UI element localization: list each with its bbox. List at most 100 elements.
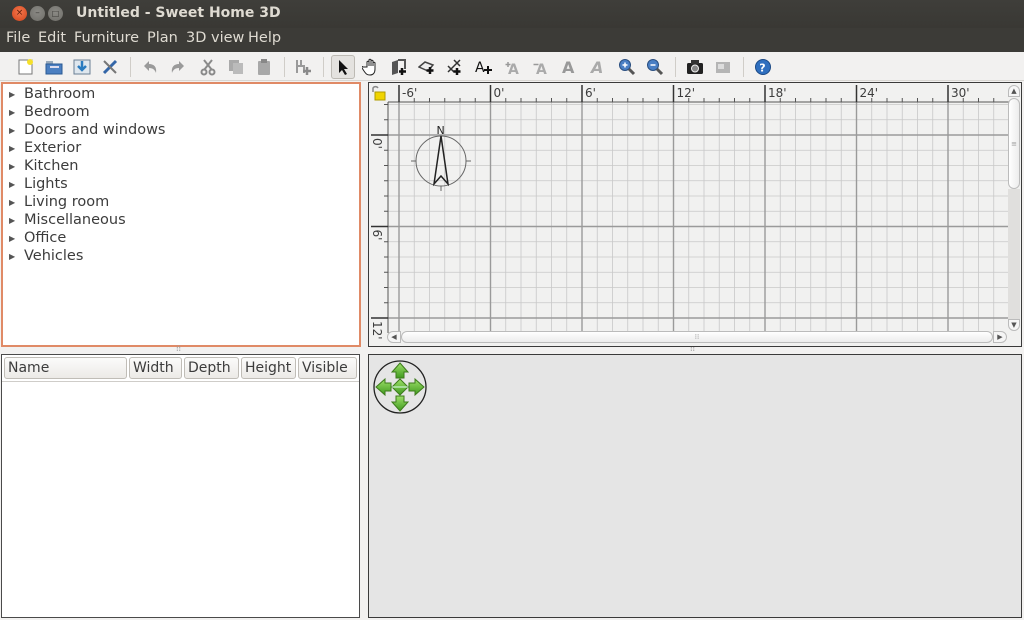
ruler-x-label: 6' [585, 86, 596, 100]
catalog-category-office[interactable]: ▶ Office [9, 229, 66, 247]
toolbar-separator [130, 57, 131, 77]
scroll-track[interactable] [1008, 189, 1020, 319]
scroll-left-arrow-icon[interactable]: ◀ [387, 331, 401, 343]
expand-arrow-icon[interactable]: ▶ [9, 90, 24, 99]
undo-button[interactable] [138, 55, 162, 79]
furniture-catalog[interactable]: ▶ Bathroom ▶ Bedroom ▶ Doors and windows ▶ E… [1, 82, 361, 347]
menu-help[interactable]: Help [248, 30, 281, 46]
window-maximize-button[interactable]: □ [48, 6, 63, 21]
menu-edit[interactable]: Edit [38, 30, 66, 46]
column-header-visible[interactable]: Visible [298, 357, 357, 379]
create-walls-button[interactable] [387, 55, 411, 79]
cut-button[interactable] [196, 55, 220, 79]
help-icon: ? [755, 59, 771, 75]
menu-furniture[interactable]: Furniture [74, 30, 139, 46]
category-label: Bedroom [24, 104, 90, 120]
catalog-category-vehicles[interactable]: ▶ Vehicles [9, 247, 83, 265]
save-button[interactable] [70, 55, 94, 79]
expand-arrow-icon[interactable]: ▶ [9, 216, 24, 225]
catalog-category-living-room[interactable]: ▶ Living room [9, 193, 109, 211]
pan-mode-button[interactable] [359, 55, 383, 79]
create-dimensions-button[interactable] [443, 55, 467, 79]
expand-arrow-icon[interactable]: ▶ [9, 234, 24, 243]
decrease-text-size-button[interactable]: A [529, 55, 553, 79]
save-icon [73, 59, 91, 75]
scroll-right-arrow-icon[interactable]: ▶ [993, 331, 1007, 343]
menu-3d-view[interactable]: 3D view [186, 30, 244, 46]
create-dimensions-icon [447, 59, 461, 75]
move-forward-arrow-icon[interactable] [390, 362, 410, 379]
svg-text:A: A [589, 58, 603, 76]
navigation-arrows[interactable] [372, 358, 428, 416]
create-video-button[interactable] [711, 55, 735, 79]
plan-view[interactable]: -6' 0' 6' 12' 18' 24' 30' 0' 6' 12' N ▲ ≡ ▼ ◀ ⁞⁞ … [368, 82, 1022, 347]
menu-file[interactable]: File [6, 30, 30, 46]
scroll-down-arrow-icon[interactable]: ▼ [1008, 319, 1020, 331]
category-label: Exterior [24, 140, 82, 156]
vertical-split-handle[interactable] [362, 82, 367, 618]
preferences-button[interactable] [98, 55, 122, 79]
zoom-out-button[interactable] [643, 55, 667, 79]
help-button[interactable]: ? [751, 55, 775, 79]
menu-bar: File Edit Furniture Plan 3D view Help [0, 28, 1024, 52]
undo-icon [144, 61, 157, 73]
create-photo-button[interactable] [683, 55, 707, 79]
add-furniture-button[interactable] [291, 55, 315, 79]
bold-text-button[interactable]: A [557, 55, 581, 79]
catalog-category-bathroom[interactable]: ▶ Bathroom [9, 85, 95, 103]
left-split-handle[interactable]: ⁞⁞ [176, 344, 181, 353]
select-mode-button[interactable] [331, 55, 355, 79]
create-photo-icon [687, 60, 703, 74]
expand-arrow-icon[interactable]: ▶ [9, 180, 24, 189]
close-icon: × [15, 8, 24, 18]
redo-button[interactable] [166, 55, 190, 79]
expand-arrow-icon[interactable]: ▶ [9, 198, 24, 207]
catalog-category-exterior[interactable]: ▶ Exterior [9, 139, 81, 157]
catalog-category-doors-and-windows[interactable]: ▶ Doors and windows [9, 121, 166, 139]
scroll-up-arrow-icon[interactable]: ▲ [1008, 85, 1020, 97]
menu-plan[interactable]: Plan [147, 30, 178, 46]
catalog-category-miscellaneous[interactable]: ▶ Miscellaneous [9, 211, 126, 229]
turn-right-arrow-icon[interactable] [408, 377, 425, 397]
toolbar: A A A A A ? [0, 52, 1024, 81]
window-minimize-button[interactable]: – [30, 6, 45, 21]
furniture-table[interactable]: Name Width Depth Height Visible [1, 354, 360, 618]
vertical-ruler [369, 83, 388, 346]
open-button[interactable] [42, 55, 66, 79]
zoom-in-button[interactable] [615, 55, 639, 79]
catalog-category-lights[interactable]: ▶ Lights [9, 175, 68, 193]
increase-text-size-button[interactable]: A [501, 55, 525, 79]
expand-arrow-icon[interactable]: ▶ [9, 162, 24, 171]
ruler-x-label: 0' [494, 86, 505, 100]
3d-view[interactable] [368, 354, 1022, 618]
expand-arrow-icon[interactable]: ▶ [9, 252, 24, 261]
turn-left-arrow-icon[interactable] [375, 377, 392, 397]
svg-text:?: ? [759, 62, 765, 75]
add-furniture-icon [296, 60, 311, 75]
create-rooms-button[interactable] [415, 55, 439, 79]
paste-button[interactable] [252, 55, 276, 79]
column-header-height[interactable]: Height [241, 357, 296, 379]
scroll-thumb[interactable]: ≡ [1008, 98, 1020, 189]
catalog-category-kitchen[interactable]: ▶ Kitchen [9, 157, 79, 175]
expand-arrow-icon[interactable]: ▶ [9, 126, 24, 135]
expand-arrow-icon[interactable]: ▶ [9, 108, 24, 117]
move-backward-arrow-icon[interactable] [390, 395, 410, 412]
add-text-button[interactable]: A [471, 55, 495, 79]
column-header-depth[interactable]: Depth [184, 357, 239, 379]
italic-text-icon: A [589, 58, 603, 76]
column-header-name[interactable]: Name [4, 357, 127, 379]
plan-horizontal-scrollbar[interactable]: ◀ ⁞⁞ ▶ [387, 331, 1007, 343]
column-header-width[interactable]: Width [129, 357, 182, 379]
plan-canvas[interactable]: -6' 0' 6' 12' 18' 24' 30' 0' 6' 12' N [369, 83, 1022, 347]
new-home-button[interactable] [14, 55, 38, 79]
copy-button[interactable] [224, 55, 248, 79]
expand-arrow-icon[interactable]: ▶ [9, 144, 24, 153]
window-close-button[interactable]: × [12, 6, 27, 21]
ruler-y-label: 0' [370, 138, 384, 149]
italic-text-button[interactable]: A [585, 55, 609, 79]
scroll-thumb[interactable]: ⁞⁞ [401, 331, 993, 343]
toolbar-separator [323, 57, 324, 77]
plan-vertical-scrollbar[interactable]: ▲ ≡ ▼ [1008, 85, 1020, 331]
catalog-category-bedroom[interactable]: ▶ Bedroom [9, 103, 90, 121]
